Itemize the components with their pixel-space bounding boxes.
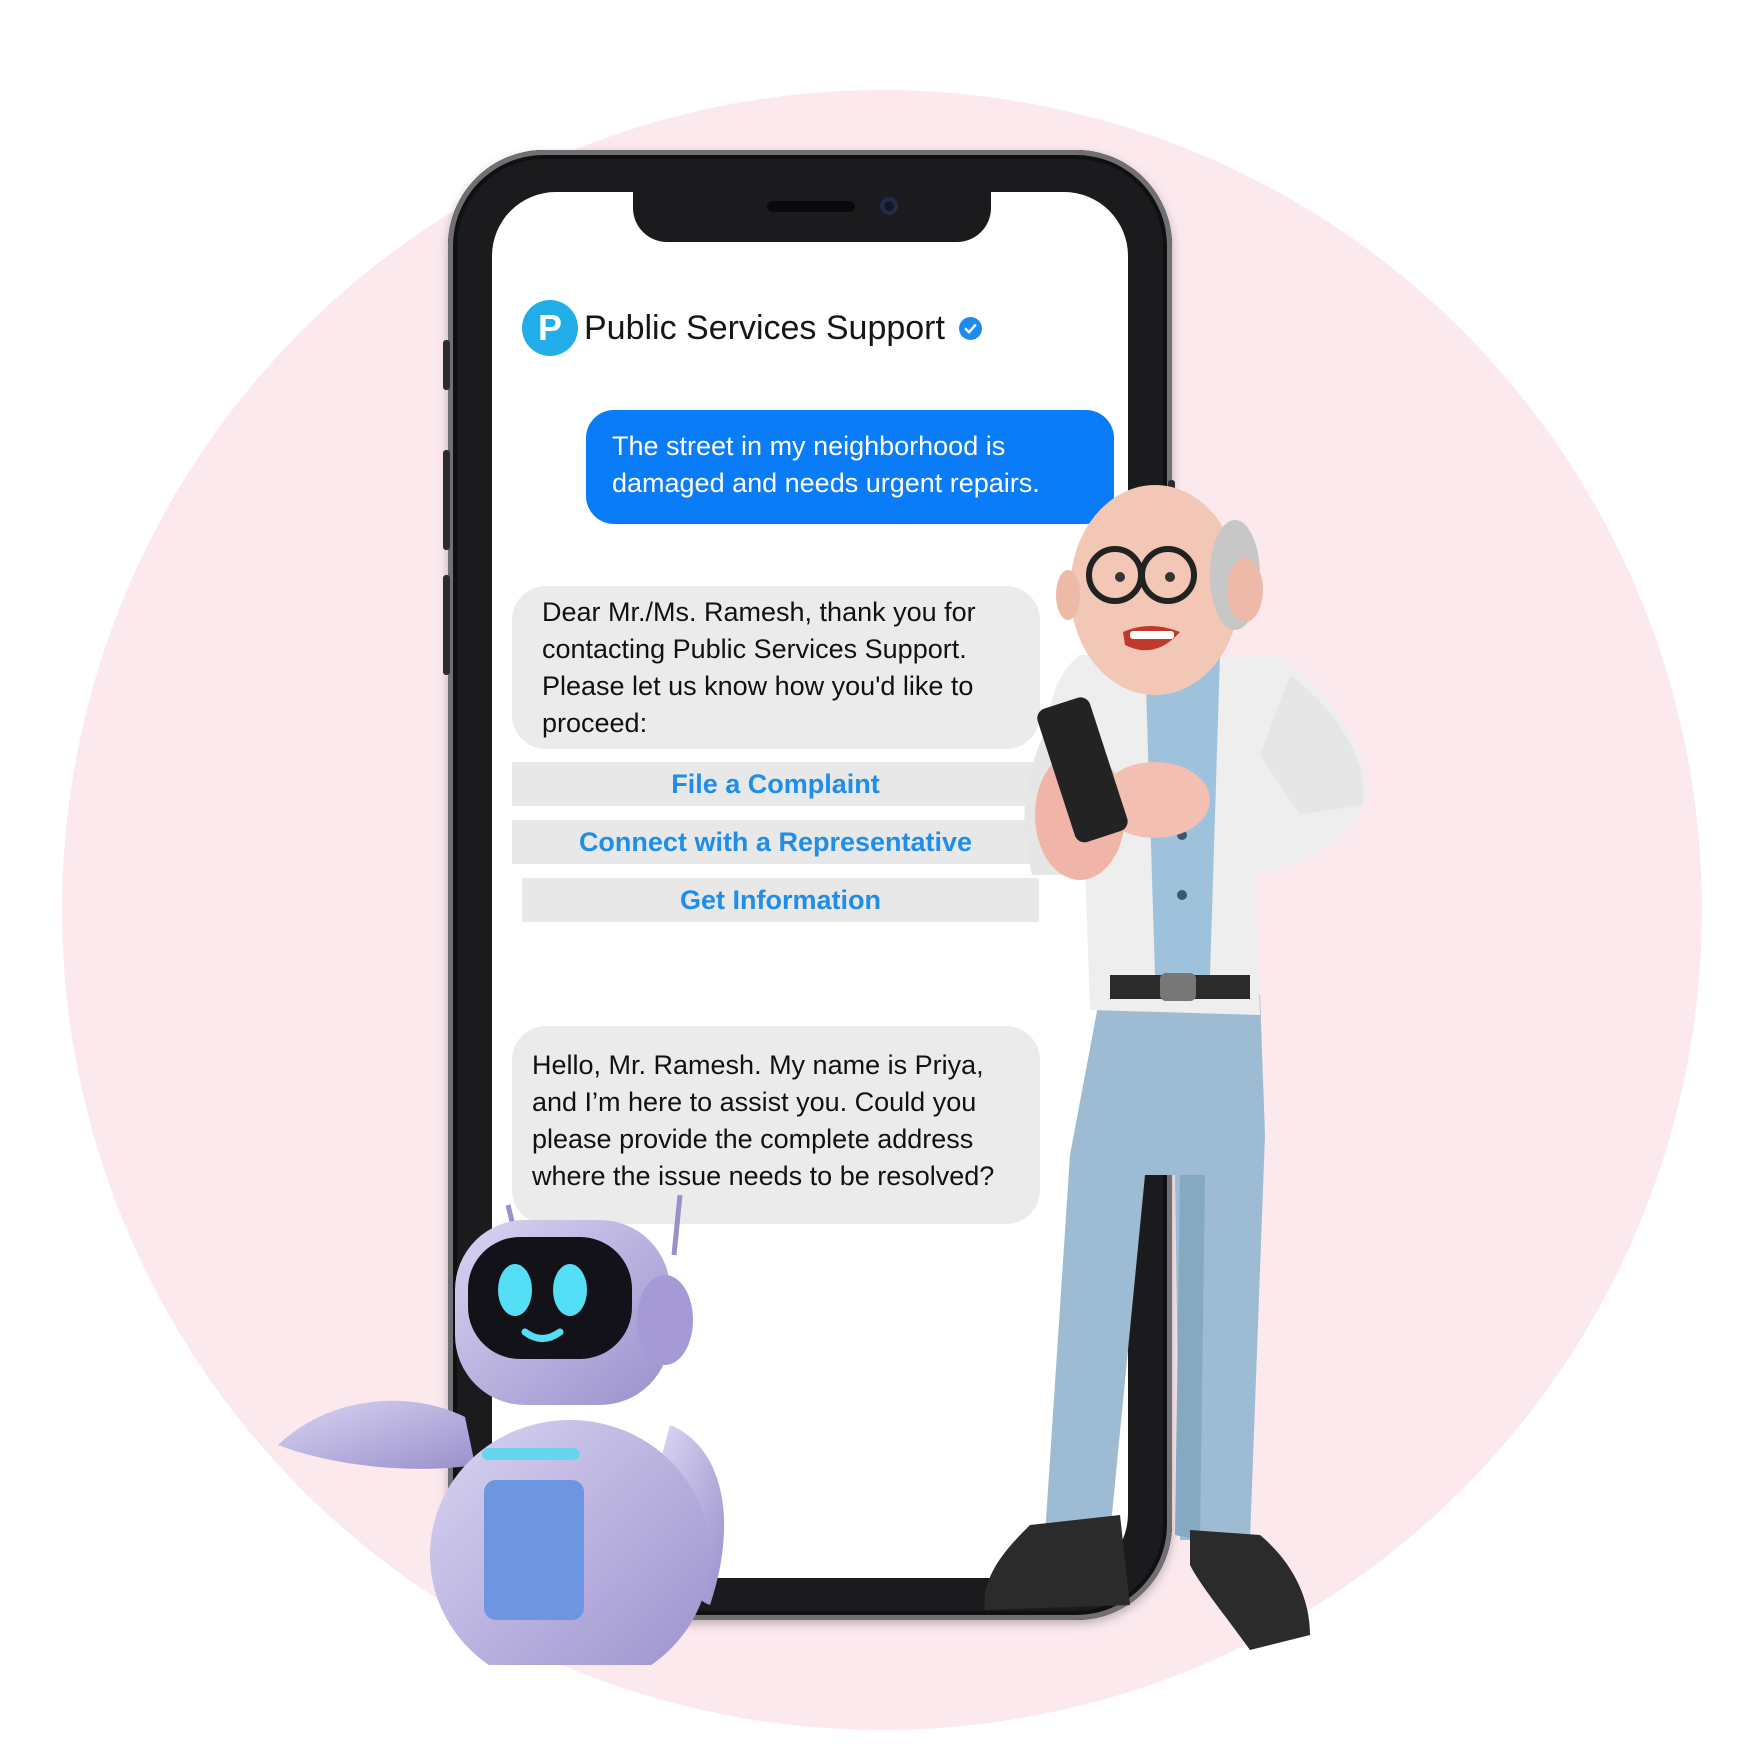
- phone-speaker: [767, 201, 855, 212]
- phone-notch: [633, 192, 991, 242]
- elderly-man-illustration: [984, 485, 1368, 1650]
- verified-check-icon: [958, 316, 982, 340]
- robot-illustration: [278, 1194, 725, 1665]
- phone-volume-up-button: [443, 450, 450, 550]
- phone-camera: [880, 197, 898, 215]
- brand-logo-icon: P: [522, 300, 578, 356]
- chat-header: P Public Services Support: [522, 300, 982, 356]
- chat-title: Public Services Support: [584, 308, 945, 347]
- phone-mute-switch: [443, 340, 450, 390]
- phone-volume-down-button: [443, 575, 450, 675]
